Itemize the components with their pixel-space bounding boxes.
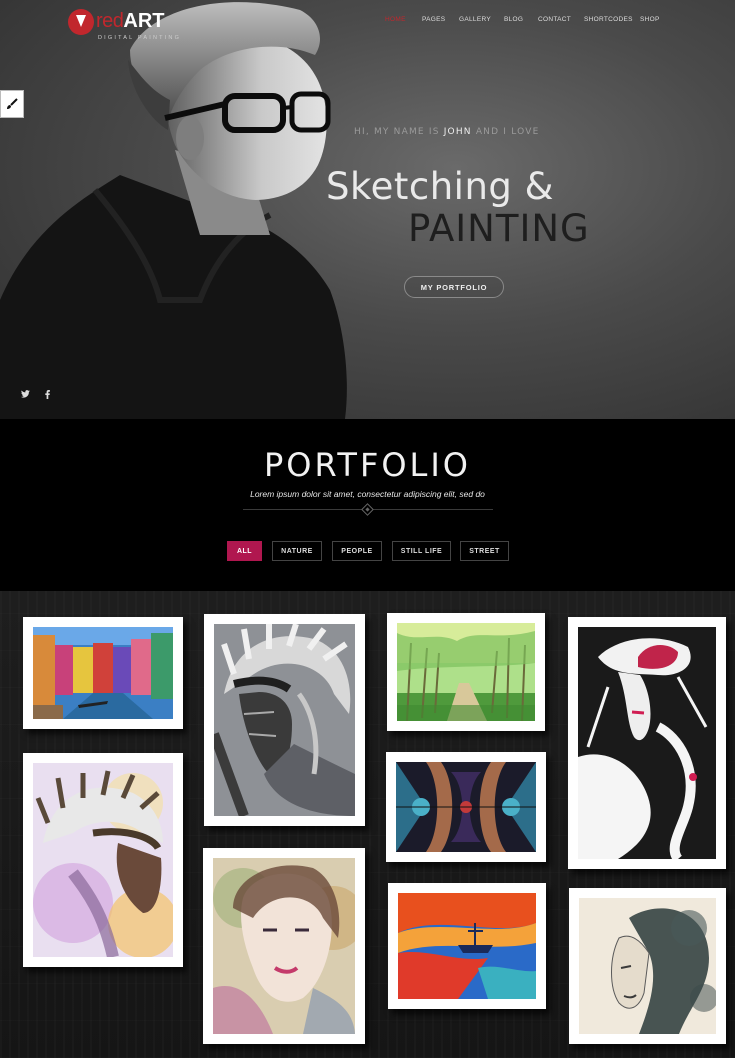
facebook-icon[interactable]: [41, 390, 53, 402]
intro-text-before: HI, MY NAME IS: [354, 127, 440, 137]
social-links: [19, 390, 53, 402]
forest-path-image: [397, 623, 535, 721]
woman-hat-ink-image: [578, 627, 716, 859]
gallery-item-forest-path[interactable]: [387, 613, 545, 731]
nav-item-home[interactable]: HOME: [385, 16, 422, 23]
gallery-item-stained-glass[interactable]: [386, 752, 546, 862]
gallery-item-venice-canal[interactable]: [23, 617, 183, 729]
hero-headline-line1: Sketching &: [326, 165, 554, 208]
filter-people-button[interactable]: PEOPLE: [332, 541, 382, 561]
twitter-icon[interactable]: [19, 390, 31, 402]
nav-item-contact[interactable]: CONTACT: [538, 16, 584, 23]
gallery-item-woman-ink-portrait[interactable]: [569, 888, 726, 1044]
my-portfolio-button[interactable]: MY PORTFOLIO: [404, 276, 504, 298]
nav-item-pages[interactable]: PAGES: [422, 16, 459, 23]
portfolio-gallery: [0, 591, 735, 1058]
divider-diamond-icon: [361, 503, 374, 516]
hero-headline-line2: PAINTING: [408, 207, 590, 250]
logo-prefix: red: [96, 10, 124, 32]
brand-logo[interactable]: red ART DIGITAL PAINTING: [68, 8, 179, 42]
logo-main: ART: [123, 10, 165, 32]
portfolio-section-header: PORTFOLIO Lorem ipsum dolor sit amet, co…: [0, 419, 735, 591]
filter-all-button[interactable]: ALL: [227, 541, 262, 561]
style-switcher-button[interactable]: [0, 90, 24, 118]
gallery-item-native-chief-sketch[interactable]: [204, 614, 365, 826]
nav-item-gallery[interactable]: GALLERY: [459, 16, 504, 23]
portfolio-subtitle: Lorem ipsum dolor sit amet, consectetur …: [250, 489, 485, 499]
nav-item-blog[interactable]: BLOG: [504, 16, 538, 23]
gallery-item-woman-face-watercolor[interactable]: [203, 848, 365, 1044]
filter-street-button[interactable]: STREET: [460, 541, 509, 561]
nav-item-shop[interactable]: SHOP: [640, 16, 670, 23]
gallery-item-sunset-boat[interactable]: [388, 883, 546, 1009]
hero-section: red ART DIGITAL PAINTING HOME PAGES GALL…: [0, 0, 735, 419]
filter-still-life-button[interactable]: STILL LIFE: [392, 541, 451, 561]
nav-item-shortcodes[interactable]: SHORTCODES: [584, 16, 640, 23]
venice-canal-image: [33, 627, 173, 719]
filter-nature-button[interactable]: NATURE: [272, 541, 322, 561]
hero-intro: HI, MY NAME IS JOHN AND I LOVE: [354, 127, 539, 137]
native-chief-watercolor-image: [33, 763, 173, 957]
portfolio-title: PORTFOLIO: [264, 446, 471, 484]
logo-mark-icon: [68, 9, 94, 35]
paintbrush-icon: [7, 98, 18, 109]
intro-name: JOHN: [443, 127, 472, 137]
gallery-item-native-chief-watercolor[interactable]: [23, 753, 183, 967]
woman-face-watercolor-image: [213, 858, 355, 1034]
gallery-item-woman-hat-ink[interactable]: [568, 617, 726, 869]
logo-tagline: DIGITAL PAINTING: [98, 35, 182, 41]
intro-text-after: AND I LOVE: [475, 127, 540, 137]
sunset-boat-image: [398, 893, 536, 999]
native-chief-sketch-image: [214, 624, 355, 816]
woman-ink-portrait-image: [579, 898, 716, 1034]
main-nav: HOME PAGES GALLERY BLOG CONTACT SHORTCOD…: [385, 16, 670, 23]
hero-portrait-image: [0, 2, 347, 419]
stained-glass-image: [396, 762, 536, 852]
